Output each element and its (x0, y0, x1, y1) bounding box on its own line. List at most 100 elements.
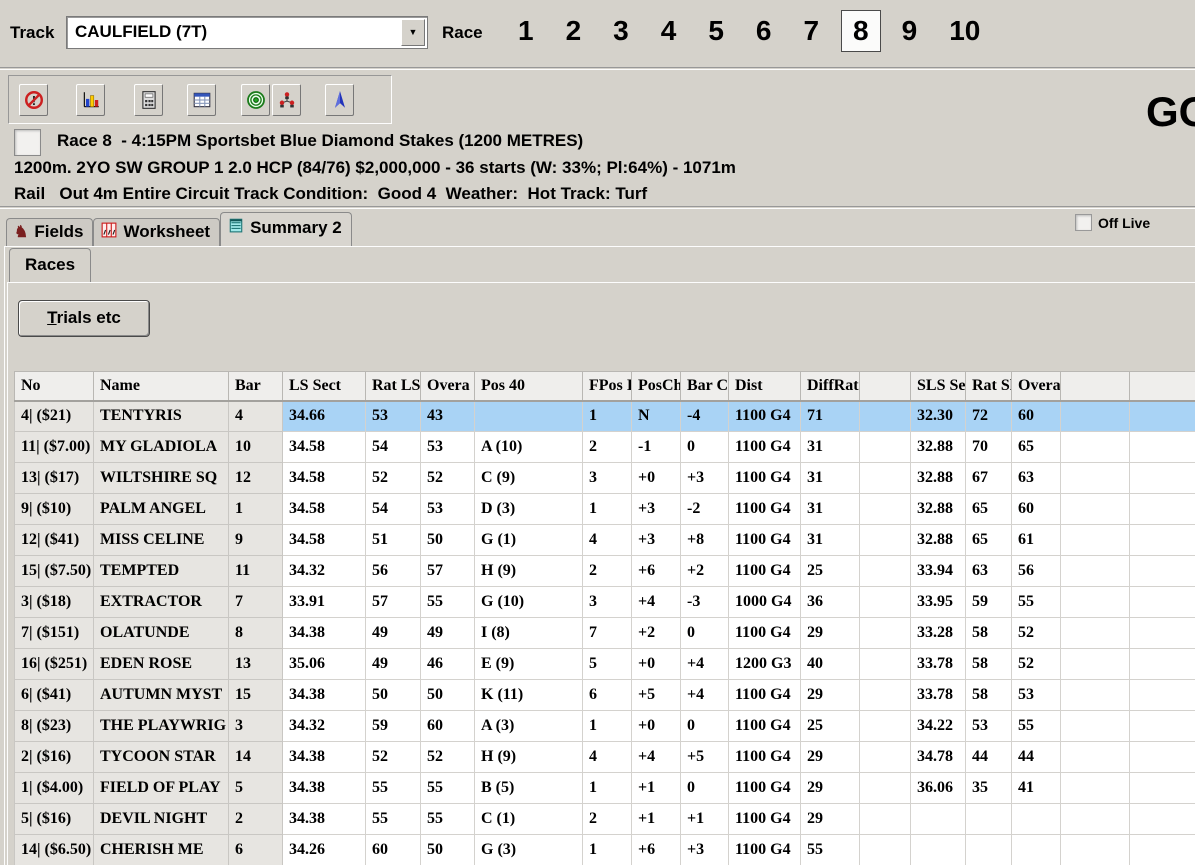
cell: MISS CELINE (94, 525, 229, 556)
cell: 36.06 (911, 773, 966, 804)
race-select-checkbox[interactable] (14, 129, 41, 156)
cell: 1 (583, 494, 632, 525)
track-combobox[interactable]: CAULFIELD (7T) ▼ (66, 16, 428, 49)
cell: 4 (229, 401, 283, 432)
no-entry-button[interactable]: ! (19, 84, 48, 116)
table-row[interactable]: 6| ($41)AUTUMN MYST1534.385050K (11)6+5+… (15, 680, 1195, 711)
table-row[interactable]: 15| ($7.50)TEMPTED1134.325657H (9)2+6+21… (15, 556, 1195, 587)
table-row[interactable]: 9| ($10)PALM ANGEL134.585453D (3)1+3-211… (15, 494, 1195, 525)
cell: 34.32 (283, 711, 366, 742)
cell: 2 (583, 556, 632, 587)
cell: 71 (801, 401, 860, 432)
cell: 58 (966, 649, 1012, 680)
column-header[interactable]: Bar (229, 372, 283, 401)
tab-races[interactable]: Races (9, 248, 91, 282)
race-number-5[interactable]: 5 (698, 13, 734, 49)
race-number-1[interactable]: 1 (508, 13, 544, 49)
column-header[interactable]: Dist (729, 372, 801, 401)
target-button[interactable] (241, 84, 270, 116)
cell: 1100 G4 (729, 618, 801, 649)
race-number-4[interactable]: 4 (651, 13, 687, 49)
column-header[interactable]: DiffRat (801, 372, 860, 401)
tab-fields[interactable]: ♞Fields (6, 218, 93, 246)
bar-chart-icon (81, 90, 101, 110)
cell: 3| ($18) (15, 587, 94, 618)
column-header[interactable]: LS Sect (283, 372, 366, 401)
cell (1061, 556, 1130, 587)
cell: 63 (966, 556, 1012, 587)
cell: D (3) (475, 494, 583, 525)
column-header[interactable]: SLS Se (911, 372, 966, 401)
cell: 13 (229, 649, 283, 680)
cell: 2| ($16) (15, 742, 94, 773)
column-header[interactable]: FPos I (583, 372, 632, 401)
table-row[interactable]: 14| ($6.50)CHERISH ME634.266050G (3)1+6+… (15, 835, 1195, 865)
race-number-10[interactable]: 10 (939, 13, 990, 49)
table-row[interactable]: 3| ($18)EXTRACTOR733.915755G (10)3+4-310… (15, 587, 1195, 618)
column-header[interactable]: Rat Sl (966, 372, 1012, 401)
cell: +0 (632, 711, 681, 742)
cell: 34.22 (911, 711, 966, 742)
cell (860, 711, 911, 742)
cell (1130, 525, 1195, 556)
table-row[interactable]: 4| ($21)TENTYRIS434.6653431N-41100 G4713… (15, 401, 1195, 432)
track-dropdown-button[interactable]: ▼ (401, 19, 425, 46)
off-live-checkbox[interactable] (1075, 214, 1092, 231)
column-header[interactable]: Pos 40 (475, 372, 583, 401)
table-row[interactable]: 16| ($251)EDEN ROSE1335.064946E (9)5+0+4… (15, 649, 1195, 680)
cell: 1 (583, 773, 632, 804)
tab-worksheet[interactable]: Worksheet (93, 218, 220, 246)
race-number-3[interactable]: 3 (603, 13, 639, 49)
dart-button[interactable] (325, 84, 354, 116)
cell: 60 (366, 835, 421, 865)
column-header[interactable] (1130, 372, 1195, 401)
column-header[interactable]: Name (94, 372, 229, 401)
race-number-8[interactable]: 8 (841, 10, 881, 52)
cell: 34.58 (283, 525, 366, 556)
column-header[interactable]: Bar Ch (681, 372, 729, 401)
tab-summary-2[interactable]: Summary 2 (220, 212, 352, 246)
bar-chart-button[interactable] (76, 84, 105, 116)
table-row[interactable]: 1| ($4.00)FIELD OF PLAY534.385555B (5)1+… (15, 773, 1195, 804)
trials-etc-button[interactable]: Trials etc (18, 300, 150, 337)
race-number-6[interactable]: 6 (746, 13, 782, 49)
column-header[interactable]: Rat LS (366, 372, 421, 401)
table-header-row: NoNameBarLS SectRat LSOveraPos 40FPos IP… (15, 372, 1195, 401)
cell: 11| ($7.00) (15, 432, 94, 463)
cell: 52 (1012, 649, 1061, 680)
race-number-2[interactable]: 2 (556, 13, 592, 49)
cell (1130, 773, 1195, 804)
cell: 56 (366, 556, 421, 587)
table-row[interactable]: 11| ($7.00)MY GLADIOLA1034.585453A (10)2… (15, 432, 1195, 463)
cell: 55 (1012, 587, 1061, 618)
cell: 53 (421, 432, 475, 463)
table-row[interactable]: 2| ($16)TYCOON STAR1434.385252H (9)4+4+5… (15, 742, 1195, 773)
column-header[interactable] (860, 372, 911, 401)
cell: 41 (1012, 773, 1061, 804)
column-header[interactable]: Overa (421, 372, 475, 401)
table-row[interactable]: 8| ($23)THE PLAYWRIG334.325960A (3)1+001… (15, 711, 1195, 742)
cell (1012, 804, 1061, 835)
cell: -1 (632, 432, 681, 463)
column-header[interactable]: No (15, 372, 94, 401)
org-chart-button[interactable] (272, 84, 301, 116)
org-chart-icon (277, 90, 297, 110)
table-row[interactable]: 12| ($41)MISS CELINE934.585150G (1)4+3+8… (15, 525, 1195, 556)
cell: K (11) (475, 680, 583, 711)
race-number-9[interactable]: 9 (892, 13, 928, 49)
cell: 50 (421, 680, 475, 711)
table-row[interactable]: 13| ($17)WILTSHIRE SQ1234.585252C (9)3+0… (15, 463, 1195, 494)
column-header[interactable] (1061, 372, 1130, 401)
table-row[interactable]: 5| ($16)DEVIL NIGHT234.385555C (1)2+1+11… (15, 804, 1195, 835)
cell: 58 (966, 618, 1012, 649)
table-button[interactable] (187, 84, 216, 116)
calculator-button[interactable] (134, 84, 163, 116)
column-header[interactable]: Overa (1012, 372, 1061, 401)
table-row[interactable]: 7| ($151)OLATUNDE834.384949I (8)7+201100… (15, 618, 1195, 649)
cell: 7| ($151) (15, 618, 94, 649)
cell: H (9) (475, 742, 583, 773)
column-header[interactable]: PosCh (632, 372, 681, 401)
cell (860, 618, 911, 649)
race-number-7[interactable]: 7 (793, 13, 829, 49)
cell: H (9) (475, 556, 583, 587)
